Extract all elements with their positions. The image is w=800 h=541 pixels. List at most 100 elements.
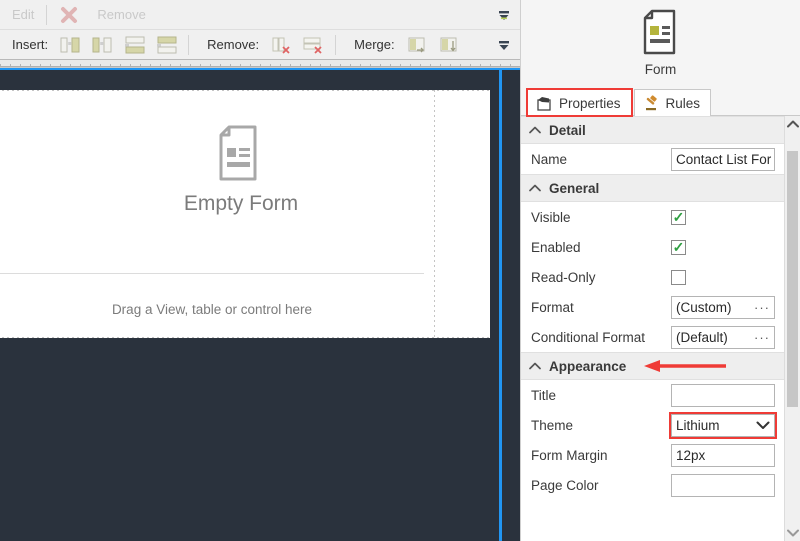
remove-x-icon[interactable] [54, 3, 84, 27]
prop-label-theme: Theme [531, 417, 574, 433]
application-window: Edit Remove Insert: Remove: Merge: Empty… [0, 0, 800, 541]
panel-title: Form [644, 62, 677, 77]
designer-area: Edit Remove Insert: Remove: Merge: Empty… [0, 0, 520, 541]
gavel-icon [645, 94, 657, 110]
chevron-up-icon [529, 126, 541, 134]
chevron-up-icon [786, 120, 799, 128]
format-value: (Custom) [676, 299, 732, 315]
prop-row-theme: Theme Lithium [521, 410, 784, 440]
form-margin-input[interactable]: 12px [671, 443, 775, 467]
toolbar-row-table: Insert: Remove: Merge: [0, 30, 520, 60]
group-header-general[interactable]: General [521, 174, 784, 202]
toolbar: Edit Remove Insert: Remove: Merge: [0, 0, 520, 68]
enabled-checkbox[interactable]: ✓ [671, 239, 686, 255]
scrollbar-thumb[interactable] [787, 151, 798, 407]
toolbar-overflow-button-1[interactable] [494, 0, 514, 29]
toolbar-divider-2 [188, 34, 190, 55]
insert-label: Insert: [12, 37, 49, 52]
remove-column-icon[interactable] [266, 33, 296, 57]
insert-row-above-icon[interactable] [119, 33, 149, 57]
prop-label-form-margin: Form Margin [531, 447, 608, 463]
group-header-detail[interactable]: Detail [521, 116, 784, 144]
drop-hint-text: Drag a View, table or control here [111, 302, 313, 317]
form-guide-bottom [0, 337, 490, 338]
document-icon [219, 125, 257, 181]
remove-row-icon[interactable] [298, 33, 328, 57]
prop-label-format: Format [531, 299, 574, 315]
chevron-up-icon [529, 184, 541, 192]
tab-rules-label: Rules [665, 95, 701, 111]
conditional-format-ellipsis-button[interactable]: ··· [754, 330, 770, 345]
theme-select[interactable]: Lithium [669, 411, 777, 439]
prop-label-visible: Visible [531, 209, 571, 225]
visible-checkbox[interactable]: ✓ [671, 209, 686, 225]
prop-label-title: Title [531, 387, 557, 403]
group-label-appearance: Appearance [549, 358, 627, 374]
prop-row-visible: Visible ✓ [521, 202, 784, 232]
form-document-icon [643, 9, 675, 55]
insert-row-below-icon[interactable] [151, 33, 181, 57]
prop-label-enabled: Enabled [531, 239, 581, 255]
prop-row-page-color: Page Color [521, 470, 784, 500]
conditional-format-value: (Default) [676, 329, 728, 345]
toolbar-row-edit: Edit Remove [0, 0, 520, 30]
page-color-input[interactable] [671, 473, 775, 497]
readonly-checkbox[interactable] [671, 269, 686, 285]
insert-column-right-icon[interactable] [87, 33, 117, 57]
toolbar-overflow-button-2[interactable] [494, 30, 514, 59]
theme-value: Lithium [676, 417, 720, 433]
empty-form-card[interactable]: Empty Form Drag a View, table or control… [0, 90, 490, 338]
prop-row-title: Title [521, 380, 784, 410]
check-mark-icon: ✓ [672, 239, 685, 255]
edit-label: Edit [12, 7, 35, 22]
prop-label-conditional-format: Conditional Format [531, 329, 646, 345]
prop-row-readonly: Read-Only [521, 262, 784, 292]
group-label-detail: Detail [549, 122, 586, 138]
form-divider [0, 273, 424, 274]
check-mark-icon: ✓ [672, 209, 685, 225]
prop-row-format: Format (Custom) ··· [521, 292, 784, 322]
empty-form-placeholder: Empty Form [0, 124, 490, 216]
prop-row-conditional-format: Conditional Format (Default) ··· [521, 322, 784, 352]
panel-header: Form [521, 0, 800, 86]
merge-label: Merge: [354, 37, 395, 52]
toolbar-divider-3 [335, 34, 337, 55]
chevron-down-icon [756, 421, 770, 429]
remove-label: Remove [97, 7, 146, 22]
properties-list: Detail Name Contact List For General Vis… [521, 116, 784, 541]
prop-label-name: Name [531, 151, 568, 167]
form-canvas[interactable]: Empty Form Drag a View, table or control… [0, 68, 520, 541]
prop-row-name: Name Contact List For [521, 144, 784, 174]
horizontal-ruler [0, 60, 520, 67]
scroll-up-button[interactable] [785, 116, 800, 132]
properties-scroll-area: Detail Name Contact List For General Vis… [521, 116, 800, 541]
conditional-format-input[interactable]: (Default) ··· [671, 325, 775, 349]
scroll-down-button[interactable] [785, 525, 800, 541]
chevron-up-icon [529, 362, 541, 370]
panel-tabs: Properties Rules [521, 86, 800, 117]
insert-column-left-icon[interactable] [55, 33, 85, 57]
properties-panel: Form Properties Rules Detail Name Contac… [520, 0, 800, 541]
prop-row-form-margin: Form Margin 12px [521, 440, 784, 470]
group-label-general: General [549, 180, 600, 196]
empty-form-title: Empty Form [183, 192, 299, 215]
merge-down-icon[interactable] [434, 33, 464, 57]
properties-icon [537, 96, 551, 111]
canvas-selection-edge [499, 70, 502, 541]
tab-rules[interactable]: Rules [633, 89, 712, 116]
format-ellipsis-button[interactable]: ··· [754, 300, 770, 315]
annotation-arrow-appearance [644, 360, 727, 372]
toolbar-divider [46, 4, 48, 25]
name-input[interactable]: Contact List For [671, 147, 775, 171]
remove-group-label: Remove: [207, 37, 260, 52]
prop-row-enabled: Enabled ✓ [521, 232, 784, 262]
group-header-appearance[interactable]: Appearance [521, 352, 784, 380]
merge-right-icon[interactable] [402, 33, 432, 57]
prop-label-page-color: Page Color [531, 477, 599, 493]
properties-scrollbar[interactable] [784, 116, 800, 541]
title-input[interactable] [671, 383, 775, 407]
tab-properties-label: Properties [559, 95, 621, 111]
tab-properties[interactable]: Properties [526, 88, 633, 117]
chevron-down-icon [786, 529, 799, 537]
format-input[interactable]: (Custom) ··· [671, 295, 775, 319]
